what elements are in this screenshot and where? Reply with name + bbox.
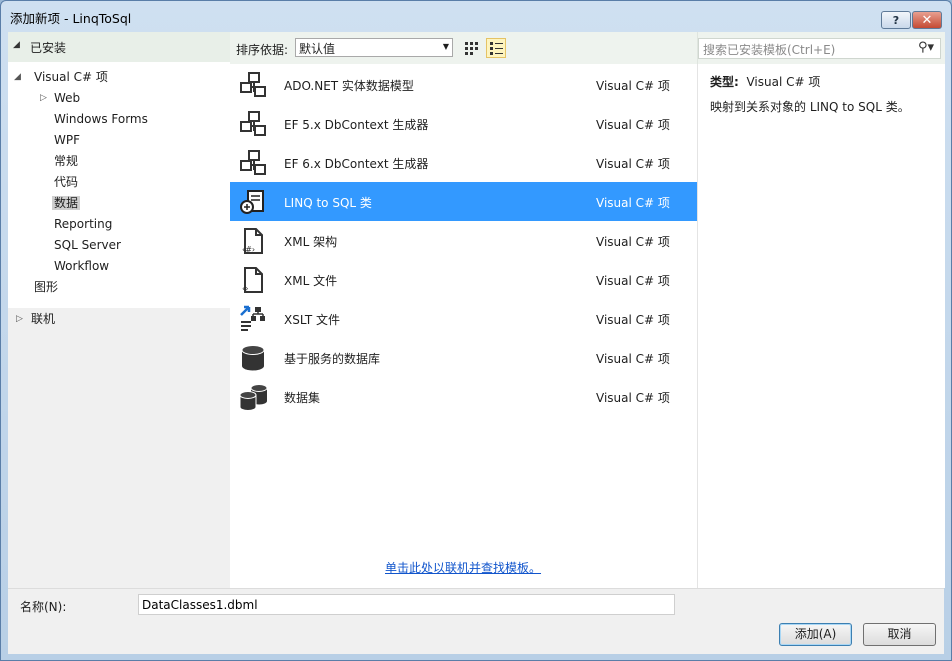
dbcontext-icon xyxy=(240,150,266,175)
tree-item-code[interactable]: 代码 xyxy=(54,173,78,191)
details-description: 映射到关系对象的 LINQ to SQL 类。 xyxy=(710,100,910,114)
item-type: Visual C# 项 xyxy=(596,157,670,171)
svg-text:‹›: ‹› xyxy=(242,284,248,293)
sort-dropdown[interactable]: 默认值 ▼ xyxy=(295,38,453,57)
add-button[interactable]: 添加(A) xyxy=(779,623,852,646)
tree-item-windows-forms[interactable]: Windows Forms xyxy=(54,110,148,128)
title-bar[interactable]: 添加新项 - LinqToSql ? ✕ xyxy=(1,1,951,31)
item-name: XML 文件 xyxy=(284,274,338,288)
sort-label: 排序依据: xyxy=(236,43,289,57)
search-input[interactable]: 搜索已安装模板(Ctrl+E) ⚲▾ xyxy=(698,38,941,59)
category-panel: ◢ 已安装 ◢ Visual C# 项 ▷ Web Windows Forms … xyxy=(8,32,230,588)
sort-toolbar: 排序依据: 默认值 ▼ xyxy=(230,32,697,65)
item-name: XSLT 文件 xyxy=(284,313,341,327)
xml-schema-icon: ‹#› xyxy=(242,228,263,254)
item-type: Visual C# 项 xyxy=(596,352,670,366)
tree-item-general[interactable]: 常规 xyxy=(54,152,78,170)
linq-sql-icon xyxy=(240,190,264,214)
tree-item-wpf[interactable]: WPF xyxy=(54,131,80,149)
item-type: Visual C# 项 xyxy=(596,196,670,210)
help-button[interactable]: ? xyxy=(881,11,911,29)
list-view-icon xyxy=(489,41,503,55)
dataset-icon xyxy=(239,384,267,411)
sort-value: 默认值 xyxy=(299,42,336,56)
window-title: 添加新项 - LinqToSql xyxy=(10,11,132,26)
close-button[interactable]: ✕ xyxy=(912,11,942,29)
details-type-label: 类型: xyxy=(710,75,739,89)
tree-item-reporting[interactable]: Reporting xyxy=(54,215,112,233)
search-icon[interactable]: ⚲▾ xyxy=(918,40,934,55)
list-item-xml-schema[interactable]: ‹#› XML 架构 Visual C# 项 xyxy=(230,221,697,260)
list-item-ef6[interactable]: EF 6.x DbContext 生成器 Visual C# 项 xyxy=(230,143,697,182)
item-type: Visual C# 项 xyxy=(596,391,670,405)
tree-item-workflow[interactable]: Workflow xyxy=(54,257,109,275)
category-tree: ◢ Visual C# 项 ▷ Web Windows Forms WPF 常规… xyxy=(8,62,230,308)
details-panel: 类型: Visual C# 项 映射到关系对象的 LINQ to SQL 类。 xyxy=(697,64,945,588)
search-placeholder: 搜索已安装模板(Ctrl+E) xyxy=(703,43,836,57)
item-type: Visual C# 项 xyxy=(596,313,670,327)
dbcontext-icon xyxy=(240,111,266,136)
tree-item-data[interactable]: 数据 xyxy=(52,194,81,212)
list-item-xml-file[interactable]: ‹› XML 文件 Visual C# 项 xyxy=(230,260,697,299)
svg-text:‹#›: ‹#› xyxy=(242,245,255,254)
list-item-service-db[interactable]: 基于服务的数据库 Visual C# 项 xyxy=(230,338,697,377)
tree-item-graphics[interactable]: 图形 xyxy=(34,278,58,296)
item-type: Visual C# 项 xyxy=(596,118,670,132)
database-icon xyxy=(241,345,265,371)
dialog-body: ◢ 已安装 ◢ Visual C# 项 ▷ Web Windows Forms … xyxy=(8,32,945,654)
tree-item-sql-server[interactable]: SQL Server xyxy=(54,236,121,254)
item-name: EF 5.x DbContext 生成器 xyxy=(284,118,429,132)
list-item-dataset[interactable]: 数据集 Visual C# 项 xyxy=(230,377,697,416)
installed-header[interactable]: ◢ 已安装 xyxy=(8,32,230,63)
name-input[interactable] xyxy=(139,595,665,614)
item-name: 数据集 xyxy=(284,391,321,405)
list-item-ado-net[interactable]: ADO.NET 实体数据模型 Visual C# 项 xyxy=(230,65,697,104)
details-type: 类型: Visual C# 项 xyxy=(710,73,820,90)
entity-model-icon xyxy=(240,72,266,97)
item-name: XML 架构 xyxy=(284,235,338,249)
list-item-linq-to-sql[interactable]: LINQ to SQL 类 Visual C# 项 xyxy=(230,182,697,221)
grid-view-icon xyxy=(464,41,478,55)
item-name: EF 6.x DbContext 生成器 xyxy=(284,157,429,171)
name-field[interactable] xyxy=(138,594,675,615)
expanded-arrow-icon: ◢ xyxy=(14,72,21,82)
item-name: ADO.NET 实体数据模型 xyxy=(284,79,414,93)
collapsed-arrow-icon: ▷ xyxy=(40,93,47,103)
item-name: LINQ to SQL 类 xyxy=(284,196,372,210)
item-type: Visual C# 项 xyxy=(596,235,670,249)
list-view-button[interactable] xyxy=(486,38,506,58)
collapsed-arrow-icon: ▷ xyxy=(16,314,23,324)
list-item-ef5[interactable]: EF 5.x DbContext 生成器 Visual C# 项 xyxy=(230,104,697,143)
collapse-arrow-icon: ◢ xyxy=(13,40,20,50)
dialog-window: 添加新项 - LinqToSql ? ✕ ◢ 已安装 ◢ Visual C# 项… xyxy=(0,0,952,661)
details-type-value: Visual C# 项 xyxy=(746,75,821,89)
template-list: ADO.NET 实体数据模型 Visual C# 项 EF 5.x DbCont… xyxy=(230,64,697,588)
find-templates-online-link[interactable]: 单击此处以联机并查找模板。 xyxy=(385,559,541,576)
item-name: 基于服务的数据库 xyxy=(284,352,381,366)
online-section: ▷ 联机 xyxy=(8,308,230,588)
name-label: 名称(N): xyxy=(20,600,67,614)
cancel-button[interactable]: 取消 xyxy=(863,623,936,646)
search-toolbar: 搜索已安装模板(Ctrl+E) ⚲▾ xyxy=(697,32,945,65)
item-type: Visual C# 项 xyxy=(596,274,670,288)
chevron-down-icon: ▼ xyxy=(442,42,449,51)
item-type: Visual C# 项 xyxy=(596,79,670,93)
list-item-xslt[interactable]: XSLT 文件 Visual C# 项 xyxy=(230,299,697,338)
bottom-bar: 名称(N): 添加(A) 取消 xyxy=(8,588,944,654)
installed-label: 已安装 xyxy=(30,41,67,55)
xml-file-icon: ‹› xyxy=(242,267,263,293)
xslt-icon xyxy=(240,305,265,331)
grid-view-button[interactable] xyxy=(461,38,481,58)
